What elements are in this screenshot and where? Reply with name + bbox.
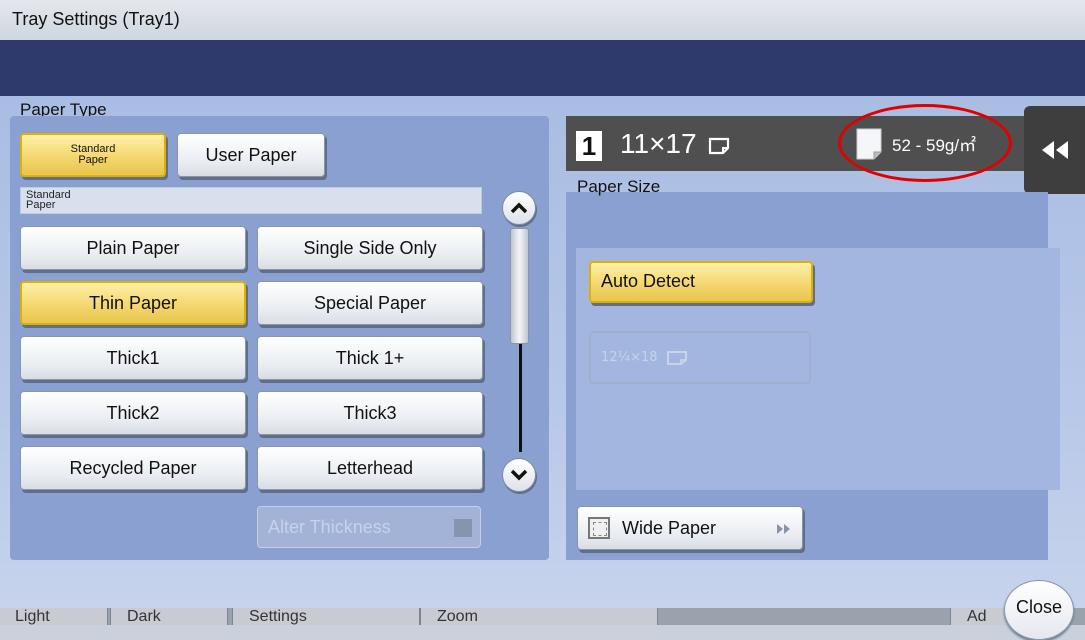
scroll-up-button[interactable]: [502, 191, 536, 225]
bottom-control-bar: Light Dark Settings Zoom Ad: [0, 608, 1085, 625]
wide-paper-button[interactable]: Wide Paper: [577, 506, 803, 550]
title-bar: Tray Settings (Tray1): [0, 0, 1085, 41]
paper-size-label: Paper Size: [577, 177, 661, 196]
paper-option-plain-paper[interactable]: Plain Paper: [20, 226, 246, 270]
paper-option-thick1[interactable]: Thick1: [20, 336, 246, 380]
paper-orientation-icon: [709, 137, 730, 154]
collapse-panel-tab[interactable]: [1024, 106, 1085, 194]
paper-option-thick3[interactable]: Thick3: [257, 391, 483, 435]
paper-option-recycled-paper[interactable]: Recycled Paper: [20, 446, 246, 490]
scroll-down-button[interactable]: [502, 458, 536, 492]
custom-size-button: 12¼×18: [589, 331, 811, 384]
current-category-label: Standard Paper: [20, 187, 482, 214]
chevron-down-icon: [510, 469, 528, 481]
paper-orientation-icon: [666, 350, 687, 365]
wide-paper-label: Wide Paper: [622, 517, 717, 538]
paper-option-thick1-plus[interactable]: Thick 1+: [257, 336, 483, 380]
close-button[interactable]: Close: [1004, 580, 1074, 640]
highlight-annotation: [838, 104, 1012, 182]
chevron-up-icon: [510, 202, 528, 214]
auto-detect-button[interactable]: Auto Detect: [589, 261, 813, 303]
double-chevron-left-icon: [1041, 141, 1068, 159]
paper-option-thin-paper[interactable]: Thin Paper: [20, 281, 246, 325]
paper-option-special-paper[interactable]: Special Paper: [257, 281, 483, 325]
double-chevron-right-icon: [777, 524, 790, 534]
zoom-button[interactable]: Zoom: [420, 608, 658, 625]
header-band: [0, 40, 1085, 96]
paper-option-thick2[interactable]: Thick2: [20, 391, 246, 435]
dark-button[interactable]: Dark: [110, 608, 228, 625]
standard-paper-tab[interactable]: Standard Paper: [20, 133, 166, 177]
paper-option-letterhead[interactable]: Letterhead: [257, 446, 483, 490]
tray-number: 1: [576, 131, 602, 161]
settings-button[interactable]: Settings: [232, 608, 420, 625]
wide-paper-checkbox-icon: [588, 517, 610, 539]
alter-thickness-label: Alter Thickness: [268, 516, 391, 537]
custom-size-label: 12¼×18: [601, 350, 658, 365]
user-paper-tab[interactable]: User Paper: [177, 133, 325, 177]
tray-paper-size: 11×17: [620, 128, 730, 160]
light-button[interactable]: Light: [0, 608, 108, 625]
scroll-thumb[interactable]: [510, 228, 529, 344]
window-title: Tray Settings (Tray1): [12, 9, 180, 29]
alter-thickness-button: Alter Thickness: [257, 506, 481, 548]
paper-option-single-side-only[interactable]: Single Side Only: [257, 226, 483, 270]
alter-thickness-checkbox-icon: [454, 519, 472, 537]
